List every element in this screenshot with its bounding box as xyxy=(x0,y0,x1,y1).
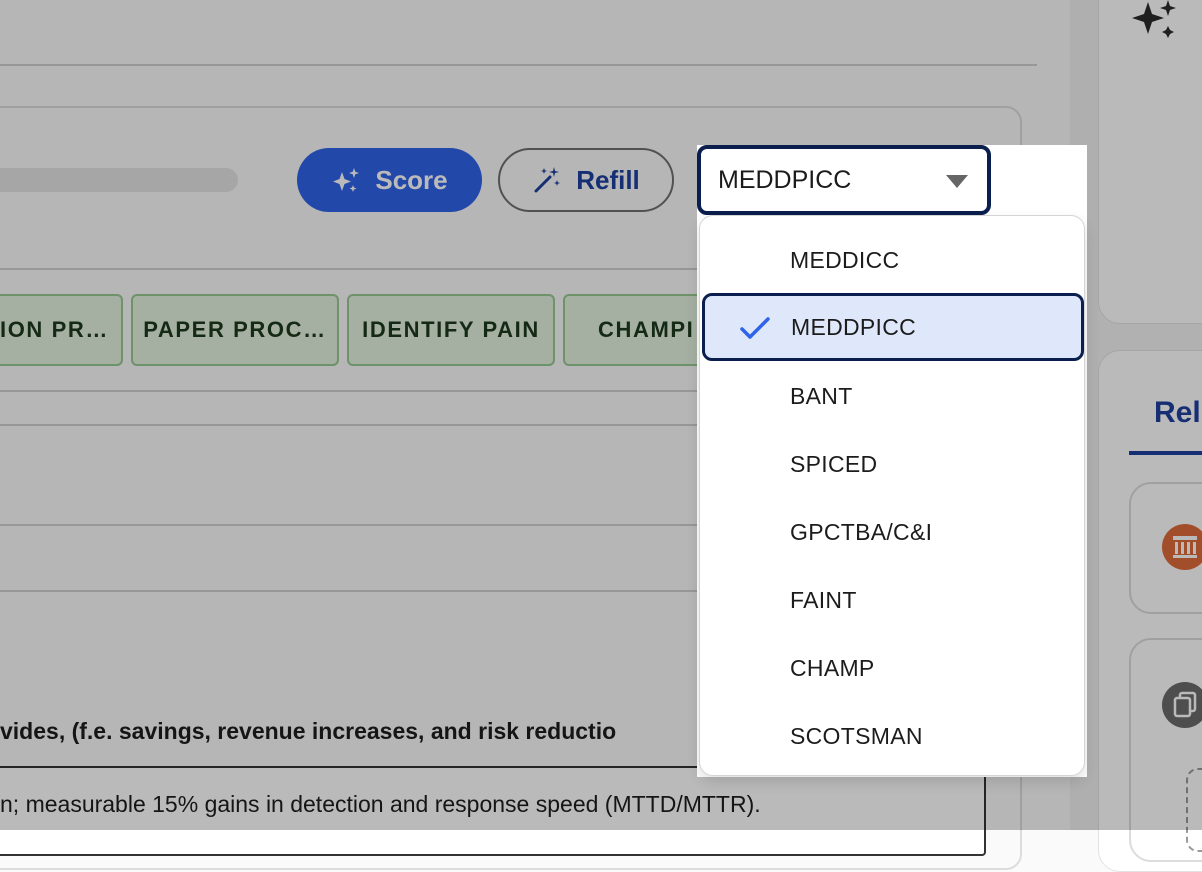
option-label: SPICED xyxy=(790,450,878,477)
option-scotsman[interactable]: SCOTSMAN xyxy=(700,702,1086,770)
option-label: MEDDICC xyxy=(790,246,900,273)
section-divider-5 xyxy=(0,590,700,592)
section-divider-top xyxy=(0,268,700,270)
score-button[interactable]: Score xyxy=(297,148,482,212)
methodology-dropdown-list: MEDDICC MEDDPICC BANT SPICED GPCTBA/C&I … xyxy=(699,215,1085,776)
right-panel-top-card xyxy=(1098,0,1202,324)
option-label: GPCTBA/C&I xyxy=(790,518,933,545)
upload-dropzone[interactable] xyxy=(1186,768,1202,852)
related-tab[interactable]: Rel xyxy=(1154,396,1201,430)
option-spiced[interactable]: SPICED xyxy=(700,430,1086,498)
methodology-select-value: MEDDPICC xyxy=(718,166,852,194)
criteria-tab-paper-process[interactable]: PAPER PROC… xyxy=(131,294,339,366)
answer-text: n; measurable 15% gains in detection and… xyxy=(0,791,761,817)
bank-icon xyxy=(1162,524,1202,570)
checkmark-icon xyxy=(740,317,770,339)
option-label: BANT xyxy=(790,382,853,409)
option-champ[interactable]: CHAMP xyxy=(700,634,1086,702)
sparkle-icon xyxy=(333,168,360,192)
option-label: CHAMP xyxy=(790,654,875,681)
option-meddpicc[interactable]: MEDDPICC xyxy=(702,293,1084,361)
option-meddicc[interactable]: MEDDICC xyxy=(700,226,1086,294)
section-divider-3 xyxy=(0,424,700,426)
option-label: FAINT xyxy=(790,586,857,613)
criteria-tab-identify-pain[interactable]: IDENTIFY PAIN xyxy=(347,294,555,366)
score-progress-bar xyxy=(0,168,238,192)
magic-wand-icon xyxy=(534,167,561,193)
sparkle-icon[interactable] xyxy=(1128,0,1180,47)
score-button-label: Score xyxy=(375,164,448,195)
option-faint[interactable]: FAINT xyxy=(700,566,1086,634)
option-label: MEDDPICC xyxy=(791,313,917,340)
option-label: SCOTSMAN xyxy=(790,722,923,749)
option-bant[interactable]: BANT xyxy=(700,362,1086,430)
refill-button-label: Refill xyxy=(576,164,640,195)
refill-button[interactable]: Refill xyxy=(498,148,674,212)
caret-down-icon xyxy=(946,175,968,188)
criteria-tab-decision-process[interactable]: ION PR… xyxy=(0,294,123,366)
option-gpctba[interactable]: GPCTBA/C&I xyxy=(700,498,1086,566)
section-divider-2 xyxy=(0,390,700,392)
section-divider-4 xyxy=(0,524,700,526)
copy-icon xyxy=(1162,682,1202,728)
related-tab-underline xyxy=(1129,451,1202,455)
criteria-question: vides, (f.e. savings, revenue increases,… xyxy=(0,718,617,744)
header-divider xyxy=(0,64,1037,66)
